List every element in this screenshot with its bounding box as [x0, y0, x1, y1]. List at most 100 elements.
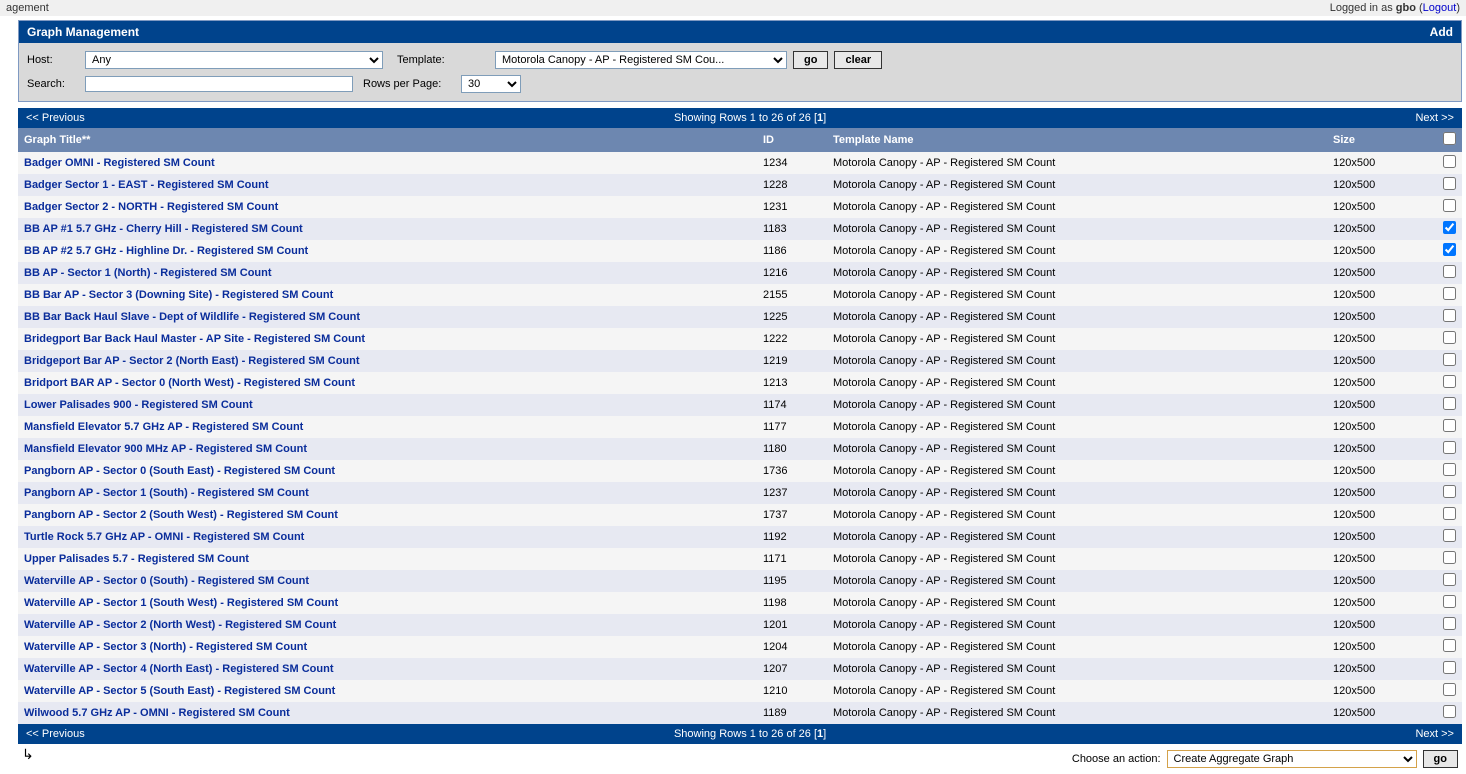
- graph-id: 1231: [757, 196, 827, 218]
- graph-template: Motorola Canopy - AP - Registered SM Cou…: [827, 218, 1327, 240]
- graph-management-panel: Graph Management Add Host: Any Template:…: [18, 20, 1462, 102]
- row-checkbox[interactable]: [1443, 683, 1456, 696]
- pager-status-bottom: Showing Rows 1 to 26 of 26 [1]: [674, 728, 826, 740]
- graph-id: 1216: [757, 262, 827, 284]
- graph-template: Motorola Canopy - AP - Registered SM Cou…: [827, 174, 1327, 196]
- graph-title-link[interactable]: BB Bar AP - Sector 3 (Downing Site) - Re…: [24, 289, 333, 301]
- row-checkbox[interactable]: [1443, 221, 1456, 234]
- graph-title-link[interactable]: Bridport BAR AP - Sector 0 (North West) …: [24, 377, 355, 389]
- search-input[interactable]: [85, 76, 353, 92]
- add-link[interactable]: Add: [1430, 25, 1453, 39]
- row-checkbox[interactable]: [1443, 617, 1456, 630]
- graph-title-link[interactable]: Waterville AP - Sector 4 (North East) - …: [24, 663, 333, 675]
- table-row: Mansfield Elevator 5.7 GHz AP - Register…: [18, 416, 1462, 438]
- row-checkbox[interactable]: [1443, 331, 1456, 344]
- graph-title-link[interactable]: Waterville AP - Sector 5 (South East) - …: [24, 685, 335, 697]
- graph-template: Motorola Canopy - AP - Registered SM Cou…: [827, 240, 1327, 262]
- row-checkbox[interactable]: [1443, 419, 1456, 432]
- row-checkbox[interactable]: [1443, 551, 1456, 564]
- pager-status: Showing Rows 1 to 26 of 26 [1]: [674, 112, 826, 124]
- row-checkbox[interactable]: [1443, 507, 1456, 520]
- table-row: BB AP #1 5.7 GHz - Cherry Hill - Registe…: [18, 218, 1462, 240]
- graph-size: 120x500: [1327, 570, 1437, 592]
- row-checkbox[interactable]: [1443, 639, 1456, 652]
- graph-template: Motorola Canopy - AP - Registered SM Cou…: [827, 548, 1327, 570]
- graph-title-link[interactable]: BB AP #1 5.7 GHz - Cherry Hill - Registe…: [24, 223, 303, 235]
- logged-in-prefix: Logged in as: [1330, 2, 1396, 14]
- host-select[interactable]: Any: [85, 51, 383, 69]
- row-checkbox[interactable]: [1443, 353, 1456, 366]
- col-header-size[interactable]: Size: [1327, 128, 1437, 152]
- graph-title-link[interactable]: Lower Palisades 900 - Registered SM Coun…: [24, 399, 253, 411]
- row-checkbox[interactable]: [1443, 309, 1456, 322]
- table-row: Lower Palisades 900 - Registered SM Coun…: [18, 394, 1462, 416]
- graph-title-link[interactable]: Mansfield Elevator 900 MHz AP - Register…: [24, 443, 307, 455]
- graph-title-link[interactable]: Turtle Rock 5.7 GHz AP - OMNI - Register…: [24, 531, 304, 543]
- table-row: Badger OMNI - Registered SM Count1234Mot…: [18, 152, 1462, 174]
- row-checkbox[interactable]: [1443, 573, 1456, 586]
- graph-size: 120x500: [1327, 482, 1437, 504]
- graph-template: Motorola Canopy - AP - Registered SM Cou…: [827, 504, 1327, 526]
- search-label: Search:: [27, 78, 79, 90]
- action-select[interactable]: Create Aggregate Graph: [1167, 750, 1417, 768]
- row-checkbox[interactable]: [1443, 595, 1456, 608]
- graph-title-link[interactable]: Pangborn AP - Sector 2 (South West) - Re…: [24, 509, 338, 521]
- row-checkbox[interactable]: [1443, 463, 1456, 476]
- row-checkbox[interactable]: [1443, 243, 1456, 256]
- graph-id: 1207: [757, 658, 827, 680]
- graph-size: 120x500: [1327, 328, 1437, 350]
- graph-template: Motorola Canopy - AP - Registered SM Cou…: [827, 460, 1327, 482]
- next-link-bottom[interactable]: Next >>: [1415, 728, 1454, 740]
- graph-title-link[interactable]: Waterville AP - Sector 2 (North West) - …: [24, 619, 336, 631]
- row-checkbox[interactable]: [1443, 661, 1456, 674]
- select-all-checkbox[interactable]: [1443, 132, 1456, 145]
- row-checkbox[interactable]: [1443, 705, 1456, 718]
- prev-link-bottom[interactable]: << Previous: [26, 728, 85, 740]
- graph-template: Motorola Canopy - AP - Registered SM Cou…: [827, 306, 1327, 328]
- col-header-id[interactable]: ID: [757, 128, 827, 152]
- row-checkbox[interactable]: [1443, 397, 1456, 410]
- next-link[interactable]: Next >>: [1415, 112, 1454, 124]
- graph-title-link[interactable]: Wilwood 5.7 GHz AP - OMNI - Registered S…: [24, 707, 290, 719]
- row-checkbox[interactable]: [1443, 375, 1456, 388]
- graph-id: 1180: [757, 438, 827, 460]
- row-checkbox[interactable]: [1443, 265, 1456, 278]
- graph-title-link[interactable]: BB AP - Sector 1 (North) - Registered SM…: [24, 267, 272, 279]
- row-checkbox[interactable]: [1443, 199, 1456, 212]
- logout-link[interactable]: Logout: [1423, 2, 1457, 14]
- graph-title-link[interactable]: Waterville AP - Sector 0 (South) - Regis…: [24, 575, 309, 587]
- template-select[interactable]: Motorola Canopy - AP - Registered SM Cou…: [495, 51, 787, 69]
- graph-title-link[interactable]: Bridgeport Bar AP - Sector 2 (North East…: [24, 355, 360, 367]
- row-checkbox[interactable]: [1443, 177, 1456, 190]
- graph-title-link[interactable]: Mansfield Elevator 5.7 GHz AP - Register…: [24, 421, 303, 433]
- graph-title-link[interactable]: Upper Palisades 5.7 - Registered SM Coun…: [24, 553, 249, 565]
- clear-button[interactable]: clear: [834, 51, 882, 69]
- go-button[interactable]: go: [793, 51, 828, 69]
- graph-title-link[interactable]: Badger Sector 1 - EAST - Registered SM C…: [24, 179, 268, 191]
- graph-title-link[interactable]: Waterville AP - Sector 1 (South West) - …: [24, 597, 338, 609]
- graph-title-link[interactable]: BB AP #2 5.7 GHz - Highline Dr. - Regist…: [24, 245, 308, 257]
- action-go-button[interactable]: go: [1423, 750, 1458, 768]
- graph-id: 1204: [757, 636, 827, 658]
- row-checkbox[interactable]: [1443, 155, 1456, 168]
- graph-size: 120x500: [1327, 592, 1437, 614]
- row-checkbox[interactable]: [1443, 441, 1456, 454]
- graph-title-link[interactable]: BB Bar Back Haul Slave - Dept of Wildlif…: [24, 311, 360, 323]
- table-row: BB Bar Back Haul Slave - Dept of Wildlif…: [18, 306, 1462, 328]
- table-row: Upper Palisades 5.7 - Registered SM Coun…: [18, 548, 1462, 570]
- rows-per-page-select[interactable]: 30: [461, 75, 521, 93]
- row-checkbox[interactable]: [1443, 485, 1456, 498]
- graph-title-link[interactable]: Badger Sector 2 - NORTH - Registered SM …: [24, 201, 278, 213]
- col-header-title[interactable]: Graph Title**: [18, 128, 757, 152]
- col-header-template[interactable]: Template Name: [827, 128, 1327, 152]
- graph-size: 120x500: [1327, 636, 1437, 658]
- graph-title-link[interactable]: Pangborn AP - Sector 0 (South East) - Re…: [24, 465, 335, 477]
- graph-template: Motorola Canopy - AP - Registered SM Cou…: [827, 614, 1327, 636]
- row-checkbox[interactable]: [1443, 529, 1456, 542]
- graph-title-link[interactable]: Badger OMNI - Registered SM Count: [24, 157, 215, 169]
- prev-link[interactable]: << Previous: [26, 112, 85, 124]
- graph-title-link[interactable]: Pangborn AP - Sector 1 (South) - Registe…: [24, 487, 309, 499]
- graph-title-link[interactable]: Bridegport Bar Back Haul Master - AP Sit…: [24, 333, 365, 345]
- graph-title-link[interactable]: Waterville AP - Sector 3 (North) - Regis…: [24, 641, 307, 653]
- row-checkbox[interactable]: [1443, 287, 1456, 300]
